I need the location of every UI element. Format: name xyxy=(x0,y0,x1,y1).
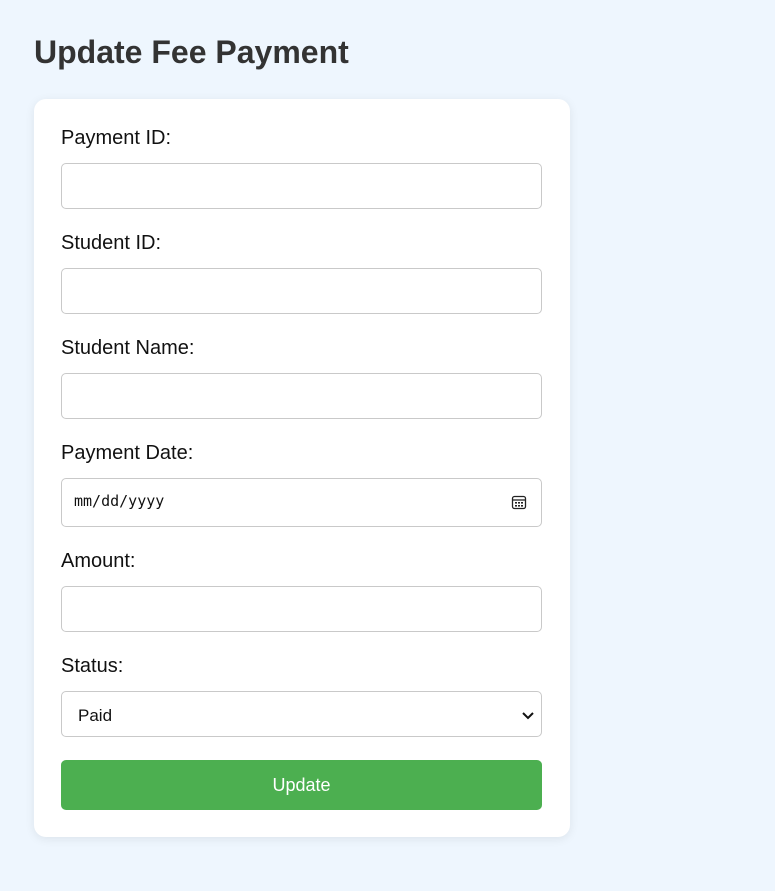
update-button[interactable]: Update xyxy=(61,760,542,810)
payment-id-input[interactable] xyxy=(61,163,542,209)
payment-id-label: Payment ID: xyxy=(61,127,172,149)
amount-input[interactable] xyxy=(61,586,542,632)
status-selected-value: Paid xyxy=(78,706,113,725)
payment-date-label: Payment Date: xyxy=(61,442,194,464)
payment-date-input[interactable]: mm/dd/yyyy xyxy=(61,478,542,527)
page-title: Update Fee Payment xyxy=(34,34,349,70)
student-id-label: Student ID: xyxy=(61,232,162,254)
payment-date-placeholder: mm/dd/yyyy xyxy=(74,492,165,510)
chevron-down-icon xyxy=(521,709,535,721)
calendar-icon[interactable] xyxy=(511,494,527,510)
status-select[interactable]: Paid xyxy=(61,691,542,737)
status-label: Status: xyxy=(61,655,124,677)
student-name-label: Student Name: xyxy=(61,337,195,359)
payment-form-card: Payment ID: Student ID: Student Name: Pa… xyxy=(34,99,570,837)
student-name-input[interactable] xyxy=(61,373,542,419)
amount-label: Amount: xyxy=(61,550,136,572)
student-id-input[interactable] xyxy=(61,268,542,314)
